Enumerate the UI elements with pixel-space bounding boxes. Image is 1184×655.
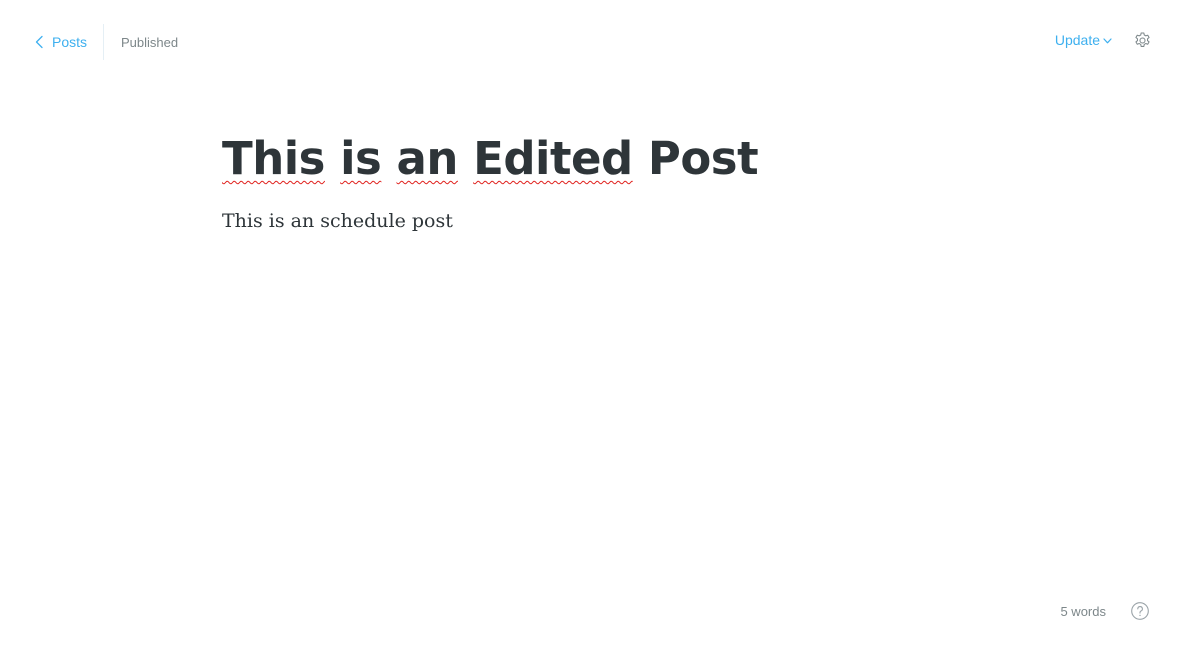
post-body-editor[interactable]: This is an schedule post <box>222 207 962 235</box>
update-button[interactable]: Update <box>1055 32 1112 48</box>
chevron-left-icon <box>35 35 43 49</box>
title-word: Post <box>647 132 759 185</box>
editor-header-left: Posts Published <box>34 24 178 60</box>
editor-canvas: This is an Edited Post This is an schedu… <box>222 128 962 235</box>
title-word: Edited <box>473 132 633 185</box>
chevron-down-icon <box>1103 38 1112 44</box>
back-to-posts-link[interactable]: Posts <box>34 24 103 60</box>
post-settings-button[interactable] <box>1132 30 1152 50</box>
back-link-label: Posts <box>52 34 88 50</box>
title-word: This <box>222 132 325 185</box>
update-button-label: Update <box>1054 32 1100 48</box>
question-circle-icon[interactable] <box>1130 601 1150 621</box>
post-title-input[interactable]: This is an Edited Post <box>222 128 962 190</box>
title-word: an <box>396 132 459 185</box>
post-status: Published <box>121 34 179 50</box>
post-editor: Posts Published Update This is an Edited… <box>0 0 1184 655</box>
editor-header-right: Update <box>1055 30 1152 50</box>
word-count: 5 words <box>1060 603 1106 619</box>
gear-icon <box>1134 31 1150 47</box>
editor-footer: 5 words <box>1060 601 1150 621</box>
title-word: is <box>340 132 382 185</box>
